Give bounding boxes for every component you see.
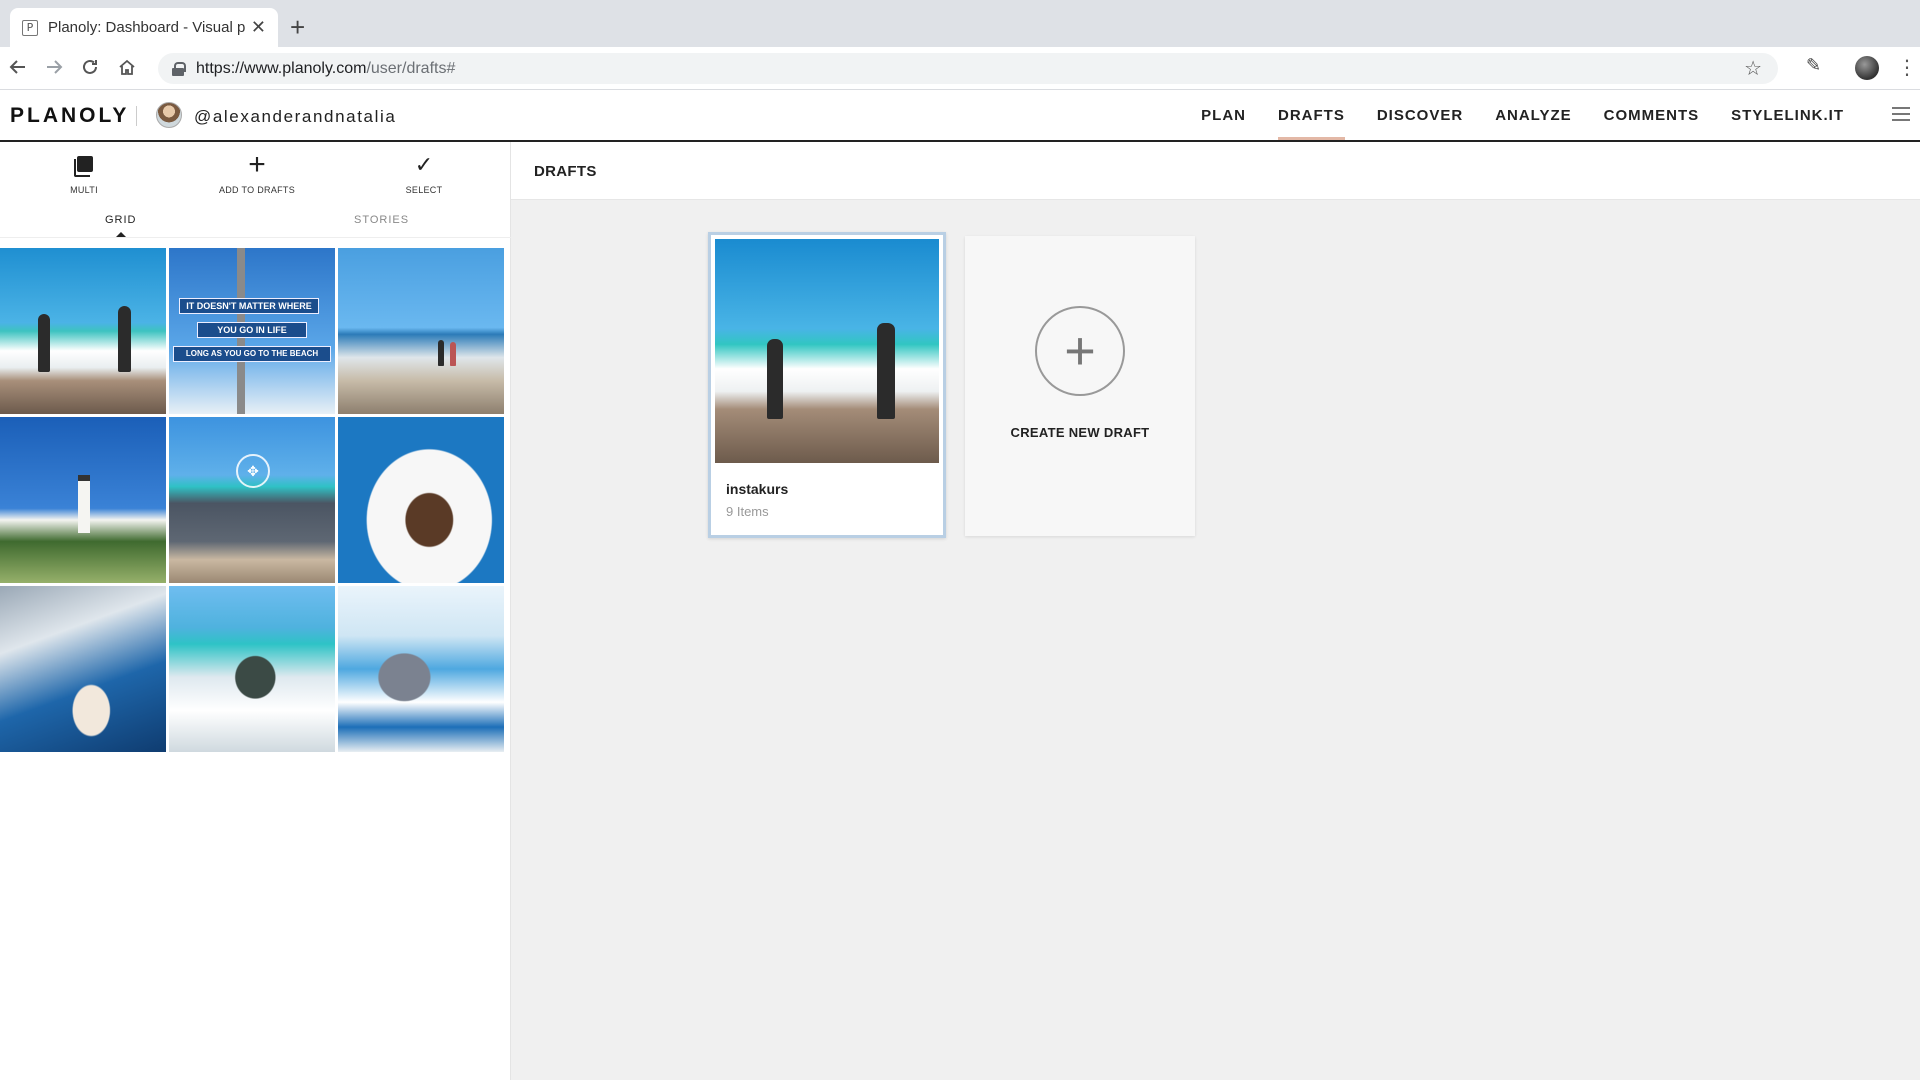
person-silhouette <box>438 340 444 366</box>
person-silhouette <box>450 342 456 366</box>
url-text[interactable]: https://www.planoly.com/user/drafts# <box>196 60 455 78</box>
multi-label: MULTI <box>70 185 98 195</box>
plus-icon: + <box>248 148 266 181</box>
grid-photo-man-surf[interactable] <box>169 586 335 752</box>
forward-arrow-icon[interactable] <box>42 55 66 79</box>
select-label: SELECT <box>405 185 443 195</box>
page-title: DRAFTS <box>534 163 597 180</box>
lighthouse-shape <box>78 475 90 533</box>
grid-photo-seashell[interactable] <box>0 586 166 752</box>
new-tab-icon[interactable]: + <box>290 12 305 43</box>
create-new-draft-card[interactable]: + CREATE NEW DRAFT <box>965 236 1195 536</box>
person-silhouette <box>877 323 895 419</box>
sign-board: LONG AS YOU GO TO THE BEACH <box>173 346 331 362</box>
add-circle-icon[interactable]: + <box>1035 306 1125 396</box>
lock-icon[interactable] <box>172 61 186 76</box>
person-silhouette <box>38 314 50 372</box>
browser-toolbar: https://www.planoly.com/user/drafts# ☆ ✎… <box>0 47 1920 90</box>
favicon-icon: P <box>22 19 38 36</box>
address-bar[interactable]: https://www.planoly.com/user/drafts# ☆ <box>158 53 1778 84</box>
create-new-draft-label: CREATE NEW DRAFT <box>1010 425 1150 440</box>
hamburger-menu-icon[interactable] <box>1892 107 1910 121</box>
grid-photo-beach-sign[interactable]: IT DOESN'T MATTER WHERE YOU GO IN LIFE L… <box>169 248 335 414</box>
back-arrow-icon[interactable] <box>6 55 30 79</box>
multi-icon <box>74 156 93 177</box>
browser-tab[interactable]: P Planoly: Dashboard - Visual pl ✕ <box>10 8 278 47</box>
media-tabs: GRID STORIES <box>0 204 511 238</box>
top-navigation: PLAN DRAFTS DISCOVER ANALYZE COMMENTS ST… <box>1185 90 1860 140</box>
draft-card[interactable]: instakurs 9 Items <box>708 232 946 538</box>
select-button[interactable]: ✓ SELECT <box>364 150 484 195</box>
draft-item-count: 9 Items <box>726 504 769 519</box>
nav-plan[interactable]: PLAN <box>1185 90 1262 140</box>
photo-grid: IT DOESN'T MATTER WHERE YOU GO IN LIFE L… <box>0 248 504 752</box>
add-to-drafts-button[interactable]: + ADD TO DRAFTS <box>197 148 317 196</box>
nav-discover[interactable]: DISCOVER <box>1361 90 1479 140</box>
reload-icon[interactable] <box>78 55 102 79</box>
sign-board: YOU GO IN LIFE <box>197 322 307 338</box>
sign-board: IT DOESN'T MATTER WHERE <box>179 298 319 314</box>
nav-drafts[interactable]: DRAFTS <box>1262 90 1361 140</box>
media-toolbar: MULTI + ADD TO DRAFTS ✓ SELECT <box>0 142 511 204</box>
draft-thumbnail[interactable] <box>715 239 939 463</box>
planoly-logo[interactable]: PLANOLY <box>10 104 129 128</box>
check-icon: ✓ <box>414 152 434 177</box>
close-tab-icon[interactable]: ✕ <box>251 17 266 38</box>
nav-stylelink[interactable]: STYLELINK.IT <box>1715 90 1860 140</box>
bookmark-star-icon[interactable]: ☆ <box>1744 56 1762 81</box>
grid-photo-woman-cafe[interactable] <box>338 586 504 752</box>
kebab-menu-icon[interactable]: ⋮ <box>1897 55 1917 80</box>
grid-photo-shore-walk[interactable] <box>338 248 504 414</box>
browser-tabstrip: P Planoly: Dashboard - Visual pl ✕ + <box>0 0 1920 47</box>
avatar[interactable] <box>156 102 182 128</box>
header-divider <box>136 106 137 126</box>
app-header: PLANOLY @alexanderandnatalia PLAN DRAFTS… <box>0 90 1920 142</box>
account-username[interactable]: @alexanderandnatalia <box>194 107 396 127</box>
multi-button[interactable]: MULTI <box>24 150 144 195</box>
profile-icon[interactable] <box>1855 56 1879 80</box>
grid-photo-dessert[interactable] <box>338 417 504 583</box>
media-panel: MULTI + ADD TO DRAFTS ✓ SELECT GRID STOR… <box>0 142 511 1080</box>
tab-grid[interactable]: GRID <box>105 214 137 237</box>
grid-photo-lighthouse[interactable] <box>0 417 166 583</box>
grid-photo-couple-sitting[interactable] <box>169 417 335 583</box>
nav-comments[interactable]: COMMENTS <box>1588 90 1716 140</box>
home-icon[interactable] <box>115 55 139 79</box>
add-to-drafts-label: ADD TO DRAFTS <box>218 185 296 195</box>
tab-title: Planoly: Dashboard - Visual pl <box>48 19 245 36</box>
grid-photo-beach-couple[interactable] <box>0 248 166 414</box>
draft-name: instakurs <box>726 481 789 497</box>
drafts-header: DRAFTS <box>511 142 1920 200</box>
drag-move-cursor-icon: ✥ <box>236 454 270 488</box>
person-silhouette <box>118 306 131 372</box>
extension-icon[interactable]: ✎ <box>1806 55 1821 76</box>
person-silhouette <box>767 339 783 419</box>
nav-analyze[interactable]: ANALYZE <box>1479 90 1587 140</box>
tab-stories[interactable]: STORIES <box>354 214 409 226</box>
